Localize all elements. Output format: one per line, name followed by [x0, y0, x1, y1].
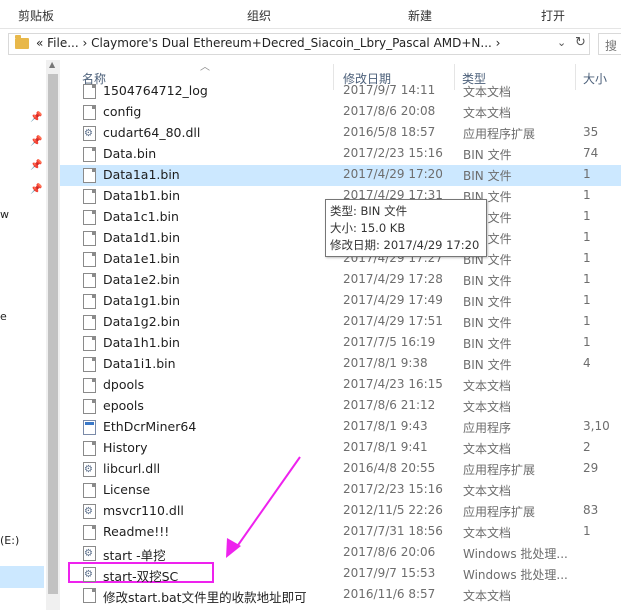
- annotation-arrow: [226, 456, 301, 558]
